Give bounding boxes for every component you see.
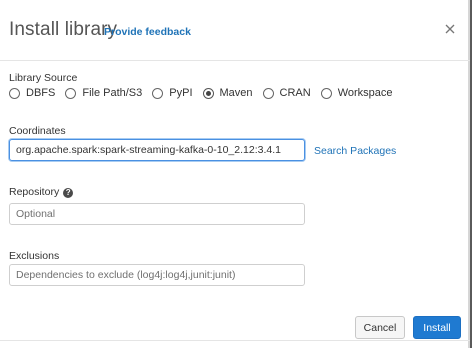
footer-divider bbox=[0, 340, 470, 341]
radio-label: File Path/S3 bbox=[82, 87, 143, 99]
radio-file-path-s3[interactable]: File Path/S3 bbox=[65, 87, 142, 99]
repository-input[interactable] bbox=[9, 203, 305, 225]
radio-label: CRAN bbox=[279, 87, 311, 99]
radio-label: Workspace bbox=[337, 87, 393, 99]
radio-button[interactable] bbox=[152, 87, 164, 99]
exclusions-input[interactable] bbox=[9, 264, 305, 286]
library-source-label: Library Source bbox=[9, 72, 78, 84]
radio-button[interactable] bbox=[262, 87, 274, 99]
radio-button[interactable] bbox=[320, 87, 332, 99]
radio-label: Maven bbox=[219, 87, 253, 99]
install-button[interactable]: Install bbox=[413, 316, 461, 339]
radio-button[interactable] bbox=[9, 87, 20, 99]
radio-dbfs[interactable]: DBFS bbox=[9, 87, 55, 99]
coordinates-input[interactable] bbox=[9, 139, 305, 161]
radio-button[interactable] bbox=[65, 87, 77, 99]
library-source-radio-group: DBFS File Path/S3 PyPI Maven CRAN Worksp… bbox=[9, 87, 403, 99]
radio-maven[interactable]: Maven bbox=[202, 87, 253, 99]
radio-workspace[interactable]: Workspace bbox=[320, 87, 393, 99]
cancel-button[interactable]: Cancel bbox=[355, 316, 405, 339]
install-library-dialog: Install library Provide feedback Library… bbox=[0, 0, 472, 348]
radio-pypi[interactable]: PyPI bbox=[152, 87, 193, 99]
search-packages-link[interactable]: Search Packages bbox=[314, 145, 396, 157]
radio-cran[interactable]: CRAN bbox=[262, 87, 311, 99]
radio-label: DBFS bbox=[26, 87, 56, 99]
radio-button-selected[interactable] bbox=[202, 87, 214, 99]
close-icon[interactable] bbox=[443, 22, 457, 36]
exclusions-label: Exclusions bbox=[9, 250, 60, 262]
coordinates-label: Coordinates bbox=[9, 125, 66, 137]
dialog-title: Install library bbox=[9, 19, 118, 40]
repository-label-row: Repository? bbox=[9, 186, 74, 198]
repository-label: Repository bbox=[9, 186, 60, 198]
dialog-header: Install library Provide feedback bbox=[0, 0, 470, 61]
help-icon[interactable]: ? bbox=[63, 188, 74, 198]
provide-feedback-link[interactable]: Provide feedback bbox=[104, 26, 191, 38]
radio-label: PyPI bbox=[169, 87, 193, 99]
